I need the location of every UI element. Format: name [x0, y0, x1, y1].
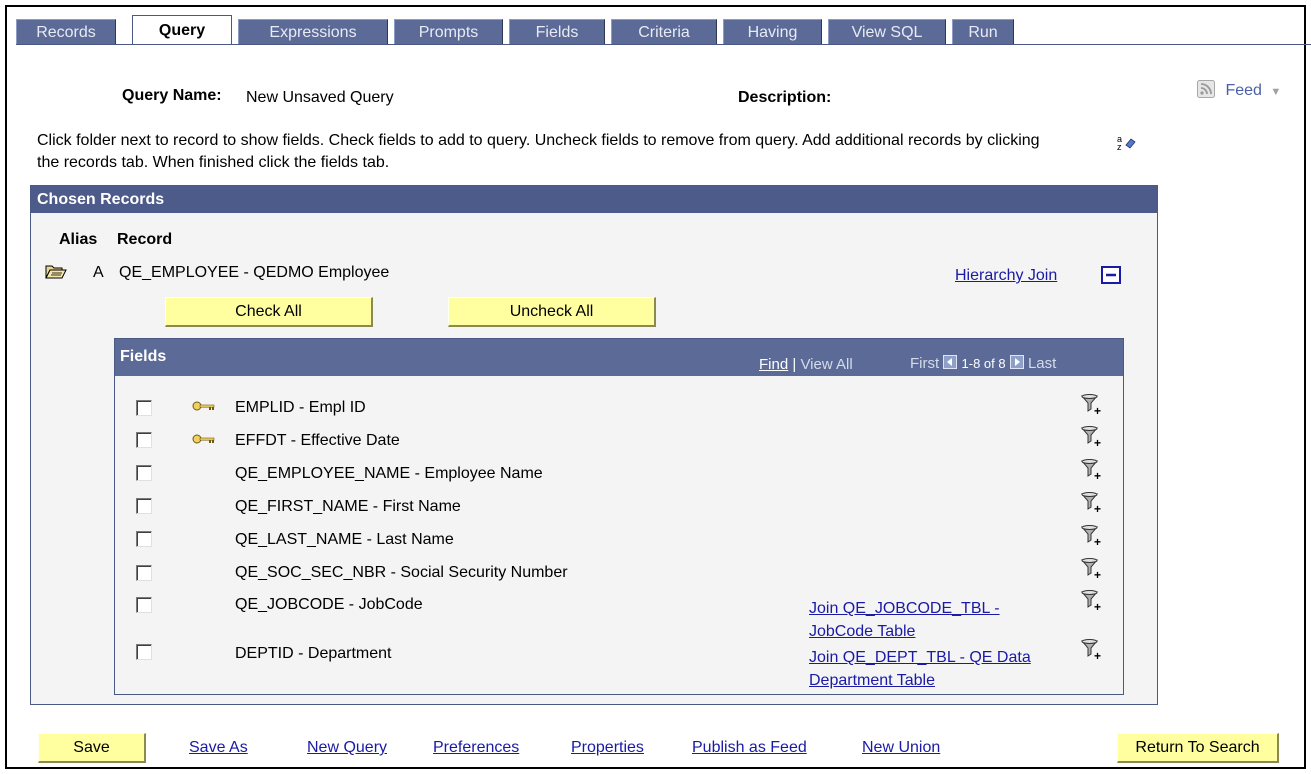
field-name: QE_LAST_NAME - Last Name — [235, 531, 454, 548]
svg-text:+: + — [1094, 535, 1101, 547]
add-criteria-funnel-icon[interactable]: + — [1081, 394, 1105, 416]
svg-text:+: + — [1094, 469, 1101, 481]
fields-grid-body: EMPLID - Empl ID + EFFDT - Effective Dat… — [115, 376, 1123, 694]
add-criteria-funnel-icon[interactable]: + — [1081, 590, 1105, 612]
query-name-label: Query Name: — [122, 87, 222, 104]
add-criteria-funnel-icon[interactable]: + — [1081, 459, 1105, 481]
new-query-link[interactable]: New Query — [307, 739, 387, 757]
field-name: EMPLID - Empl ID — [235, 399, 366, 416]
svg-text:+: + — [1094, 404, 1101, 416]
previous-arrow-icon[interactable] — [943, 355, 958, 369]
first-label: First — [910, 355, 940, 372]
field-name: QE_FIRST_NAME - First Name — [235, 498, 461, 515]
save-as-link[interactable]: Save As — [189, 739, 248, 757]
range-label: 1-8 of 8 — [961, 356, 1006, 371]
feed-icon — [1197, 80, 1215, 98]
field-checkbox[interactable] — [136, 498, 152, 514]
fields-grid-header: Fields Find | View All First 1-8 of 8 La… — [115, 339, 1123, 376]
field-name: QE_EMPLOYEE_NAME - Employee Name — [235, 465, 543, 482]
preferences-link[interactable]: Preferences — [433, 739, 519, 757]
grid-nav: Find | View All — [759, 356, 853, 373]
svg-text:+: + — [1094, 502, 1101, 514]
tab-having[interactable]: Having — [723, 19, 822, 44]
alias-header: Alias — [59, 231, 98, 248]
tab-query[interactable]: Query — [132, 15, 232, 45]
tab-view-sql[interactable]: View SQL — [828, 19, 946, 44]
save-button[interactable]: Save — [38, 733, 146, 763]
next-arrow-icon[interactable] — [1009, 355, 1024, 369]
tab-underline — [16, 44, 1311, 45]
record-alias: A — [93, 264, 104, 281]
join-link[interactable]: Join QE_DEPT_TBL - QE Data Department Ta… — [809, 646, 1059, 692]
return-to-search-button[interactable]: Return To Search — [1117, 733, 1279, 763]
find-link[interactable]: Find — [759, 356, 788, 373]
instructions-text: Click folder next to record to show fiel… — [37, 132, 1040, 171]
add-criteria-funnel-icon[interactable]: + — [1081, 492, 1105, 514]
tab-bar: Records Query Expressions Prompts Fields… — [16, 15, 1311, 45]
hierarchy-join-link[interactable]: Hierarchy Join — [955, 267, 1057, 285]
field-checkbox[interactable] — [136, 644, 152, 660]
field-name: DEPTID - Department — [235, 645, 392, 662]
chosen-records-title: Chosen Records — [31, 186, 1157, 213]
svg-text:+: + — [1094, 600, 1101, 612]
tab-expressions[interactable]: Expressions — [238, 19, 388, 44]
field-checkbox[interactable] — [136, 400, 152, 416]
record-name: QE_EMPLOYEE - QEDMO Employee — [119, 264, 390, 281]
chevron-down-icon[interactable]: ▼ — [1270, 86, 1281, 98]
tab-prompts[interactable]: Prompts — [394, 19, 503, 44]
key-icon — [192, 401, 215, 411]
add-criteria-funnel-icon[interactable]: + — [1081, 525, 1105, 547]
new-union-link[interactable]: New Union — [862, 739, 940, 757]
tab-fields[interactable]: Fields — [509, 19, 605, 44]
uncheck-all-button[interactable]: Uncheck All — [448, 297, 656, 327]
collapse-icon[interactable] — [1101, 266, 1121, 284]
fields-grid-title: Fields — [120, 348, 167, 365]
field-name: EFFDT - Effective Date — [235, 432, 400, 449]
description-label: Description: — [738, 89, 832, 106]
grid-pager: First 1-8 of 8 Last — [910, 355, 1056, 372]
svg-text:+: + — [1094, 568, 1101, 580]
add-criteria-funnel-icon[interactable]: + — [1081, 558, 1105, 580]
feed-menu[interactable]: Feed ▼ — [1197, 80, 1281, 100]
check-all-button[interactable]: Check All — [165, 297, 373, 327]
key-icon — [192, 434, 215, 444]
tab-criteria[interactable]: Criteria — [611, 19, 717, 44]
svg-text:z: z — [1117, 142, 1122, 152]
last-label: Last — [1027, 355, 1057, 372]
tab-records[interactable]: Records — [16, 19, 116, 44]
open-folder-icon[interactable] — [45, 264, 67, 280]
svg-text:+: + — [1094, 649, 1101, 661]
tab-run[interactable]: Run — [952, 19, 1014, 44]
field-checkbox[interactable] — [136, 565, 152, 581]
join-link[interactable]: Join QE_JOBCODE_TBL - JobCode Table — [809, 597, 1059, 643]
publish-as-feed-link[interactable]: Publish as Feed — [692, 739, 807, 757]
svg-text:+: + — [1094, 436, 1101, 448]
field-name: QE_JOBCODE - JobCode — [235, 596, 423, 613]
field-checkbox[interactable] — [136, 432, 152, 448]
spell-check-icon[interactable]: a z — [1117, 134, 1137, 152]
add-criteria-funnel-icon[interactable]: + — [1081, 639, 1105, 661]
field-name: QE_SOC_SEC_NBR - Social Security Number — [235, 564, 568, 581]
view-all-link[interactable]: View All — [800, 356, 852, 373]
field-checkbox[interactable] — [136, 531, 152, 547]
add-criteria-funnel-icon[interactable]: + — [1081, 426, 1105, 448]
field-checkbox[interactable] — [136, 597, 152, 613]
fields-grid: Fields Find | View All First 1-8 of 8 La… — [114, 338, 1124, 695]
properties-link[interactable]: Properties — [571, 739, 644, 757]
record-header: Record — [117, 231, 173, 248]
field-checkbox[interactable] — [136, 465, 152, 481]
feed-label[interactable]: Feed — [1225, 82, 1261, 99]
query-name-value: New Unsaved Query — [246, 89, 394, 106]
